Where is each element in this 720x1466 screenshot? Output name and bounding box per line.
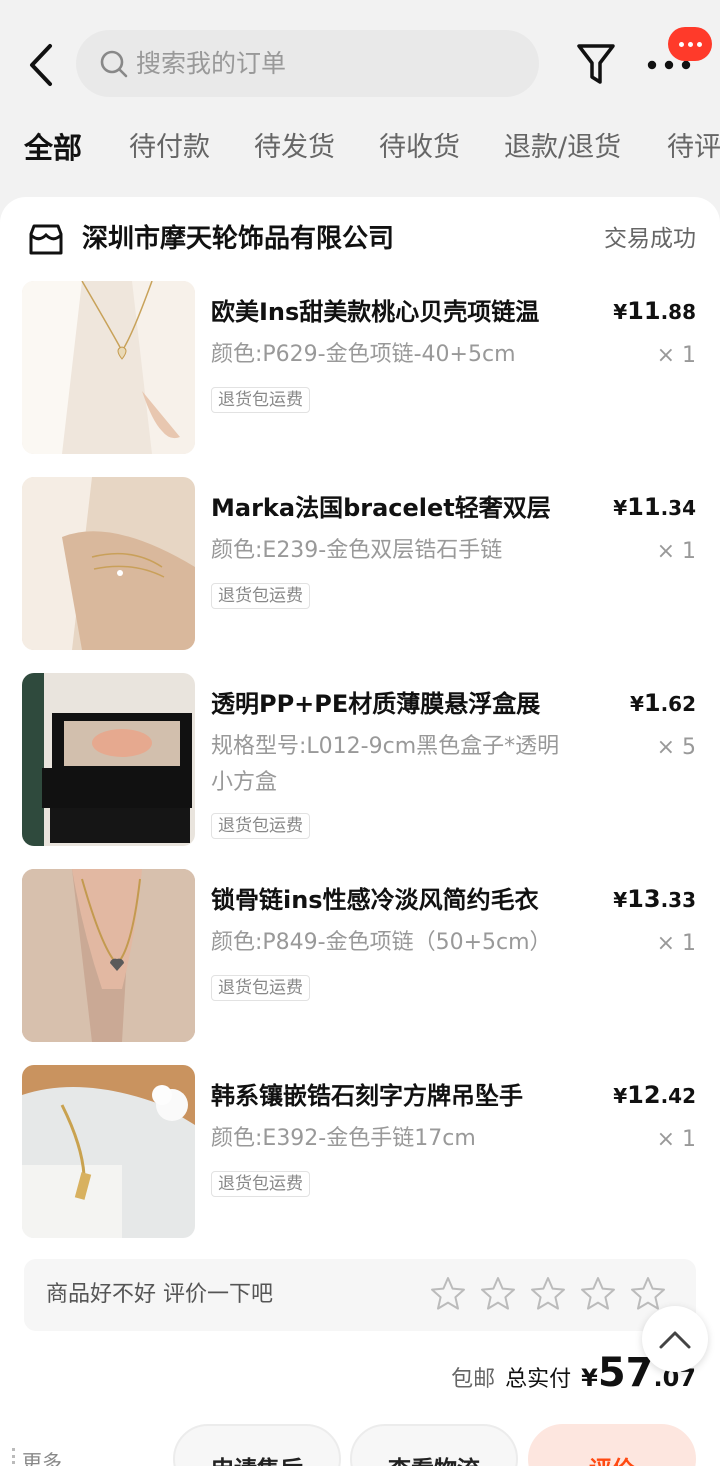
product-image (22, 1065, 195, 1238)
product-image (22, 869, 195, 1042)
product-price: ¥11.88 (613, 295, 696, 328)
price-decimal: .42 (660, 1084, 696, 1108)
price-integer: 12 (627, 1081, 661, 1109)
product-spec: 颜色:P849-金色项链（50+5cm） (211, 930, 552, 955)
currency-symbol: ¥ (613, 1084, 628, 1108)
product-spec: 颜色:E239-金色双层锆石手链 (211, 538, 503, 563)
return-shipping-tag: 退货包运费 (211, 387, 310, 413)
order-item[interactable]: Marka法国bracelet轻奢双层 颜色:E239-金色双层锆石手链 ¥11… (0, 477, 720, 653)
order-status-tabs: 全部 待付款 待发货 待收货 退款/退货 待评 (0, 120, 720, 176)
star-icon[interactable] (430, 1275, 466, 1313)
message-badge[interactable] (668, 27, 712, 61)
search-input[interactable]: 搜索我的订单 (76, 30, 539, 97)
currency-symbol: ¥ (613, 496, 628, 520)
tab-all[interactable]: 全部 (24, 130, 82, 166)
price-integer: 11 (627, 297, 661, 325)
apply-after-sales-button[interactable]: 申请售后 (173, 1424, 341, 1466)
star-icon[interactable] (580, 1275, 616, 1313)
price-integer: 11 (627, 493, 661, 521)
order-actions: 更多 申请售后 查看物流 评价 (0, 1424, 720, 1466)
tab-pending-shipment[interactable]: 待发货 (254, 130, 335, 166)
badge-dot (687, 41, 693, 47)
search-placeholder: 搜索我的订单 (136, 49, 287, 78)
search-icon (100, 50, 128, 78)
order-item[interactable]: 韩系镶嵌锆石刻字方牌吊坠手 颜色:E392-金色手链17cm ¥12.42 × … (0, 1065, 720, 1241)
filter-button[interactable] (576, 42, 616, 88)
order-item[interactable]: 欧美Ins甜美款桃心贝壳项链温 颜色:P629-金色项链-40+5cm ¥11.… (0, 281, 720, 457)
more-actions-link[interactable]: 更多 (12, 1446, 62, 1466)
order-card: 深圳市摩天轮饰品有限公司 交易成功 欧美Ins甜美款桃心贝壳项链温 颜色:P62… (0, 197, 720, 1466)
product-quantity: × 1 (656, 1127, 696, 1152)
product-image (22, 673, 195, 846)
return-shipping-tag: 退货包运费 (211, 583, 310, 609)
header: 搜索我的订单 (0, 0, 720, 130)
product-title[interactable]: 透明PP+PE材质薄膜悬浮盒展 (211, 687, 561, 721)
total-integer: 57 (597, 1350, 654, 1396)
star-icon[interactable] (530, 1275, 566, 1313)
product-quantity: × 5 (656, 735, 696, 760)
tab-pending-payment[interactable]: 待付款 (129, 130, 210, 166)
product-spec: 颜色:P629-金色项链-40+5cm (211, 342, 516, 367)
return-shipping-tag: 退货包运费 (211, 1171, 310, 1197)
product-quantity: × 1 (656, 539, 696, 564)
product-title[interactable]: 锁骨链ins性感冷淡风简约毛衣 (211, 883, 561, 917)
review-prompt[interactable]: 商品好不好 评价一下吧 (24, 1259, 696, 1331)
price-decimal: .62 (660, 692, 696, 716)
review-button[interactable]: 评价 (528, 1424, 696, 1466)
star-icon[interactable] (630, 1275, 666, 1313)
return-shipping-tag: 退货包运费 (211, 975, 310, 1001)
currency-symbol: ¥ (613, 888, 628, 912)
review-prompt-text: 商品好不好 评价一下吧 (46, 1282, 273, 1307)
product-price: ¥11.34 (613, 491, 696, 524)
product-image (22, 477, 195, 650)
product-image (22, 281, 195, 454)
product-title[interactable]: 欧美Ins甜美款桃心贝壳项链温 (211, 295, 561, 329)
product-spec: 规格型号:L012-9cm黑色盒子*透明小方盒 (211, 734, 560, 795)
free-shipping-label: 包邮 (451, 1367, 496, 1392)
filter-icon (577, 44, 615, 84)
product-title[interactable]: Marka法国bracelet轻奢双层 (211, 491, 561, 525)
shop-name[interactable]: 深圳市摩天轮饰品有限公司 (82, 221, 394, 257)
total-paid-label: 总实付 (505, 1367, 572, 1392)
product-price: ¥12.42 (613, 1079, 696, 1112)
view-logistics-button[interactable]: 查看物流 (350, 1424, 518, 1466)
price-decimal: .34 (660, 496, 696, 520)
price-decimal: .88 (660, 300, 696, 324)
product-title[interactable]: 韩系镶嵌锆石刻字方牌吊坠手 (211, 1079, 561, 1113)
chevron-up-icon (659, 1331, 691, 1349)
back-button[interactable] (22, 40, 62, 90)
order-item[interactable]: 锁骨链ins性感冷淡风简约毛衣 颜色:P849-金色项链（50+5cm） ¥13… (0, 869, 720, 1045)
tab-pending-review[interactable]: 待评 (667, 130, 720, 166)
price-decimal: .33 (660, 888, 696, 912)
scroll-to-top-button[interactable] (642, 1306, 708, 1372)
product-spec: 颜色:E392-金色手链17cm (211, 1126, 476, 1151)
order-status: 交易成功 (604, 226, 696, 252)
price-integer: 13 (627, 885, 661, 913)
return-shipping-tag: 退货包运费 (211, 813, 310, 839)
order-item[interactable]: 透明PP+PE材质薄膜悬浮盒展 规格型号:L012-9cm黑色盒子*透明小方盒 … (0, 673, 720, 849)
product-quantity: × 1 (656, 931, 696, 956)
tab-refund-return[interactable]: 退款/退货 (504, 130, 621, 166)
star-rating (430, 1275, 666, 1315)
currency-symbol: ¥ (613, 300, 628, 324)
currency-symbol: ¥ (629, 692, 644, 716)
product-price: ¥13.33 (613, 883, 696, 916)
tab-pending-receipt[interactable]: 待收货 (379, 130, 460, 166)
product-price: ¥1.62 (630, 687, 696, 720)
total-currency: ¥ (581, 1364, 598, 1392)
chevron-left-icon (30, 44, 52, 86)
badge-dot (678, 41, 684, 47)
star-icon[interactable] (480, 1275, 516, 1313)
shop-icon (29, 224, 63, 255)
product-quantity: × 1 (656, 343, 696, 368)
shop-header[interactable]: 深圳市摩天轮饰品有限公司 交易成功 (28, 217, 708, 261)
price-integer: 1 (643, 689, 661, 717)
badge-dot (696, 41, 702, 47)
